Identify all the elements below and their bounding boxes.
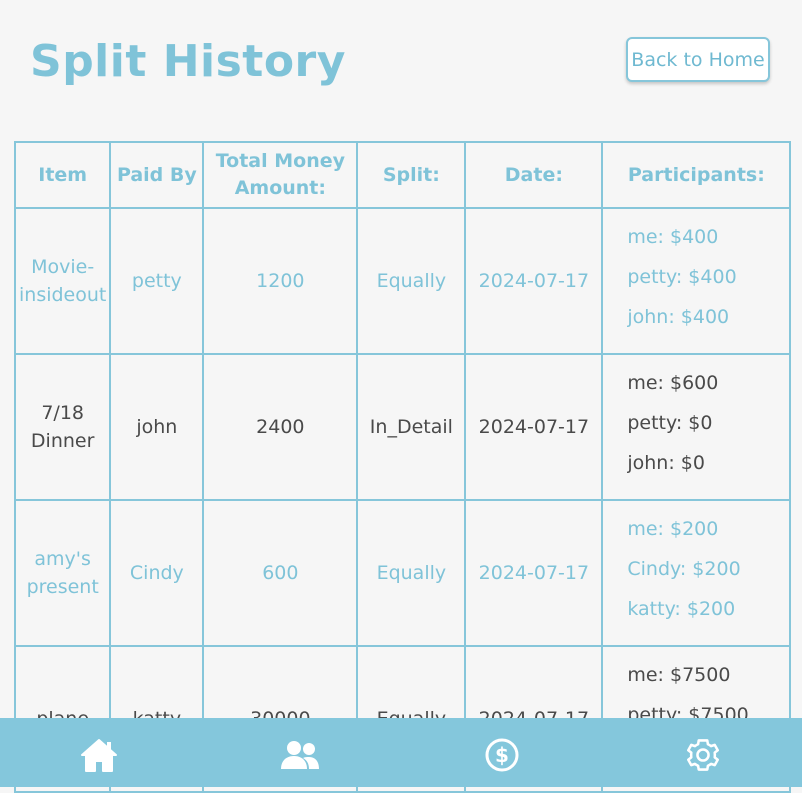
participants-cell: me: $600 petty: $0 john: $0 [601,353,792,501]
participants-cell: me: $200 Cindy: $200 katty: $200 [601,499,792,647]
total-cell: 2400 [202,353,359,501]
column-header-paid-by: Paid By [109,141,205,209]
total-cell: 1200 [202,207,359,355]
date-cell: 2024-07-17 [464,499,604,647]
participant-share: katty: $200 [627,598,736,620]
dollar-icon: $ [485,738,519,772]
page-title: Split History [30,36,346,87]
participants-cell: me: $400 petty: $400 john: $400 [601,207,792,355]
column-header-item: Item [13,141,112,209]
nav-expenses-button[interactable]: $ [482,735,522,775]
paid-by-cell: petty [109,207,205,355]
participant-share: john: $400 [627,306,730,328]
split-cell: In_Detail [356,353,467,501]
paid-by-cell: Cindy [109,499,205,647]
participant-share: me: $200 [627,518,719,540]
date-cell: 2024-07-17 [464,207,604,355]
column-header-total: Total Money Amount: [202,141,359,209]
nav-settings-button[interactable] [683,735,723,775]
column-header-date: Date: [464,141,604,209]
back-to-home-button[interactable]: Back to Home [626,37,770,82]
table-row[interactable]: amy's present Cindy 600 Equally 2024-07-… [13,499,792,647]
split-history-table: Item Paid By Total Money Amount: Split: … [13,141,792,793]
bottom-nav-bar: $ [0,718,802,787]
friends-icon [281,741,319,769]
table-header-row: Item Paid By Total Money Amount: Split: … [13,141,792,209]
home-icon [81,739,117,772]
item-cell: 7/18 Dinner [13,353,112,501]
column-header-split: Split: [356,141,467,209]
participant-share: me: $400 [627,226,719,248]
date-cell: 2024-07-17 [464,353,604,501]
svg-text:$: $ [495,743,509,767]
participant-share: me: $7500 [627,664,731,686]
split-cell: Equally [356,499,467,647]
paid-by-cell: john [109,353,205,501]
total-cell: 600 [202,499,359,647]
item-cell: Movie-insideout [13,207,112,355]
nav-friends-button[interactable] [280,735,320,775]
nav-home-button[interactable] [79,735,119,775]
split-cell: Equally [356,207,467,355]
participant-share: petty: $0 [627,412,713,434]
table-row[interactable]: 7/18 Dinner john 2400 In_Detail 2024-07-… [13,353,792,501]
column-header-participants: Participants: [601,141,792,209]
participant-share: Cindy: $200 [627,558,741,580]
settings-icon [687,739,719,771]
participant-share: petty: $400 [627,266,737,288]
participant-share: john: $0 [627,452,705,474]
item-cell: amy's present [13,499,112,647]
table-row[interactable]: Movie-insideout petty 1200 Equally 2024-… [13,207,792,355]
participant-share: me: $600 [627,372,719,394]
